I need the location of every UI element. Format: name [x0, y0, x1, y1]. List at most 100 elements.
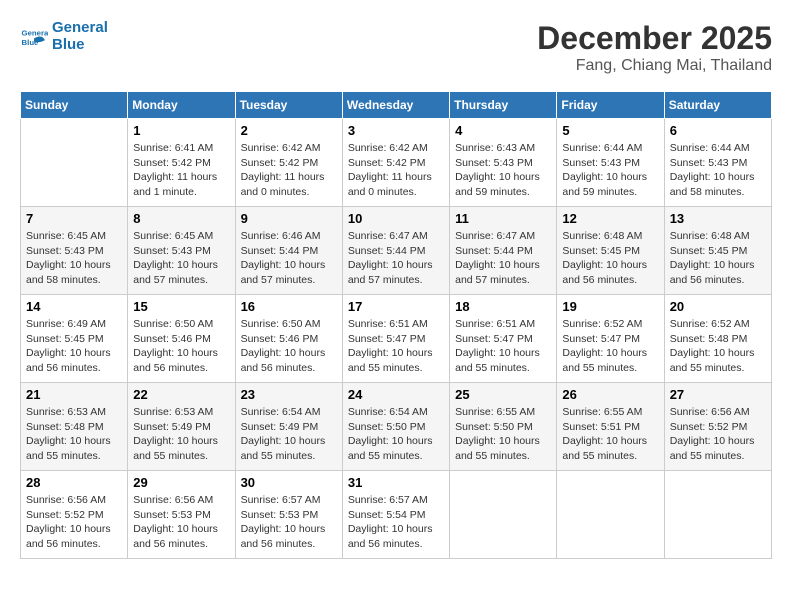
logo-icon: General Blue: [20, 23, 48, 51]
weekday-header-cell: Thursday: [450, 92, 557, 119]
weekday-header-cell: Monday: [128, 92, 235, 119]
calendar-day-cell: 22 Sunrise: 6:53 AMSunset: 5:49 PMDayligh…: [128, 383, 235, 471]
logo-text: General: [52, 20, 108, 37]
day-info: Sunrise: 6:43 AMSunset: 5:43 PMDaylight:…: [455, 141, 551, 200]
day-number: 26: [562, 387, 658, 402]
day-info: Sunrise: 6:52 AMSunset: 5:47 PMDaylight:…: [562, 317, 658, 376]
day-number: 5: [562, 123, 658, 138]
day-info: Sunrise: 6:46 AMSunset: 5:44 PMDaylight:…: [241, 229, 337, 288]
day-info: Sunrise: 6:44 AMSunset: 5:43 PMDaylight:…: [670, 141, 766, 200]
svg-text:Blue: Blue: [22, 37, 40, 46]
calendar-day-cell: [557, 471, 664, 559]
calendar-day-cell: 15 Sunrise: 6:50 AMSunset: 5:46 PMDayligh…: [128, 295, 235, 383]
day-info: Sunrise: 6:50 AMSunset: 5:46 PMDaylight:…: [133, 317, 229, 376]
day-number: 21: [26, 387, 122, 402]
day-number: 4: [455, 123, 551, 138]
day-info: Sunrise: 6:49 AMSunset: 5:45 PMDaylight:…: [26, 317, 122, 376]
day-info: Sunrise: 6:42 AMSunset: 5:42 PMDaylight:…: [348, 141, 444, 200]
day-number: 9: [241, 211, 337, 226]
day-number: 24: [348, 387, 444, 402]
day-number: 2: [241, 123, 337, 138]
calendar-day-cell: 25 Sunrise: 6:55 AMSunset: 5:50 PMDayligh…: [450, 383, 557, 471]
day-info: Sunrise: 6:44 AMSunset: 5:43 PMDaylight:…: [562, 141, 658, 200]
calendar-day-cell: [450, 471, 557, 559]
day-number: 30: [241, 475, 337, 490]
calendar-day-cell: [664, 471, 771, 559]
calendar-day-cell: 16Sunrise: 6:50 AMSunset: 5:46 PMDayligh…: [235, 295, 342, 383]
calendar-day-cell: 4 Sunrise: 6:43 AMSunset: 5:43 PMDaylight…: [450, 119, 557, 207]
day-number: 13: [670, 211, 766, 226]
day-number: 8: [133, 211, 229, 226]
day-info: Sunrise: 6:53 AMSunset: 5:48 PMDaylight:…: [26, 405, 122, 464]
weekday-header-row: SundayMondayTuesdayWednesdayThursdayFrid…: [21, 92, 772, 119]
day-info: Sunrise: 6:56 AMSunset: 5:53 PMDaylight:…: [133, 493, 229, 552]
calendar-day-cell: 20 Sunrise: 6:52 AMSunset: 5:48 PMDayligh…: [664, 295, 771, 383]
day-info: Sunrise: 6:42 AMSunset: 5:42 PMDaylight:…: [241, 141, 337, 200]
day-number: 31: [348, 475, 444, 490]
day-info: Sunrise: 6:48 AMSunset: 5:45 PMDaylight:…: [562, 229, 658, 288]
calendar-day-cell: 3 Sunrise: 6:42 AMSunset: 5:42 PMDaylight…: [342, 119, 449, 207]
calendar-day-cell: 9 Sunrise: 6:46 AMSunset: 5:44 PMDaylight…: [235, 207, 342, 295]
weekday-header-cell: Wednesday: [342, 92, 449, 119]
day-info: Sunrise: 6:47 AMSunset: 5:44 PMDaylight:…: [455, 229, 551, 288]
day-info: Sunrise: 6:56 AMSunset: 5:52 PMDaylight:…: [670, 405, 766, 464]
day-info: Sunrise: 6:41 AMSunset: 5:42 PMDaylight:…: [133, 141, 229, 200]
location-title: Fang, Chiang Mai, Thailand: [537, 57, 772, 75]
calendar-day-cell: 12 Sunrise: 6:48 AMSunset: 5:45 PMDayligh…: [557, 207, 664, 295]
day-number: 25: [455, 387, 551, 402]
day-number: 22: [133, 387, 229, 402]
weekday-header-cell: Sunday: [21, 92, 128, 119]
calendar-week-row: 14 Sunrise: 6:49 AMSunset: 5:45 PMDayligh…: [21, 295, 772, 383]
day-number: 15: [133, 299, 229, 314]
calendar-day-cell: 21 Sunrise: 6:53 AMSunset: 5:48 PMDayligh…: [21, 383, 128, 471]
calendar-day-cell: 30 Sunrise: 6:57 AMSunset: 5:53 PMDayligh…: [235, 471, 342, 559]
calendar-day-cell: 19 Sunrise: 6:52 AMSunset: 5:47 PMDayligh…: [557, 295, 664, 383]
calendar-day-cell: 7Sunrise: 6:45 AMSunset: 5:43 PMDaylight…: [21, 207, 128, 295]
calendar-day-cell: 2 Sunrise: 6:42 AMSunset: 5:42 PMDaylight…: [235, 119, 342, 207]
day-number: 27: [670, 387, 766, 402]
day-number: 19: [562, 299, 658, 314]
calendar-week-row: 7Sunrise: 6:45 AMSunset: 5:43 PMDaylight…: [21, 207, 772, 295]
calendar-day-cell: 17 Sunrise: 6:51 AMSunset: 5:47 PMDayligh…: [342, 295, 449, 383]
calendar-day-cell: 1 Sunrise: 6:41 AMSunset: 5:42 PMDaylight…: [128, 119, 235, 207]
calendar-day-cell: 29Sunrise: 6:56 AMSunset: 5:53 PMDayligh…: [128, 471, 235, 559]
calendar-day-cell: 8Sunrise: 6:45 AMSunset: 5:43 PMDaylight…: [128, 207, 235, 295]
calendar-day-cell: 27 Sunrise: 6:56 AMSunset: 5:52 PMDayligh…: [664, 383, 771, 471]
day-number: 3: [348, 123, 444, 138]
day-number: 12: [562, 211, 658, 226]
day-info: Sunrise: 6:56 AMSunset: 5:52 PMDaylight:…: [26, 493, 122, 552]
calendar-day-cell: 23 Sunrise: 6:54 AMSunset: 5:49 PMDayligh…: [235, 383, 342, 471]
calendar-day-cell: 10Sunrise: 6:47 AMSunset: 5:44 PMDayligh…: [342, 207, 449, 295]
day-number: 23: [241, 387, 337, 402]
calendar-day-cell: 31 Sunrise: 6:57 AMSunset: 5:54 PMDayligh…: [342, 471, 449, 559]
calendar-day-cell: 24Sunrise: 6:54 AMSunset: 5:50 PMDayligh…: [342, 383, 449, 471]
day-info: Sunrise: 6:52 AMSunset: 5:48 PMDaylight:…: [670, 317, 766, 376]
calendar-week-row: 1 Sunrise: 6:41 AMSunset: 5:42 PMDaylight…: [21, 119, 772, 207]
day-info: Sunrise: 6:54 AMSunset: 5:49 PMDaylight:…: [241, 405, 337, 464]
calendar-day-cell: 11 Sunrise: 6:47 AMSunset: 5:44 PMDayligh…: [450, 207, 557, 295]
day-info: Sunrise: 6:57 AMSunset: 5:54 PMDaylight:…: [348, 493, 444, 552]
day-info: Sunrise: 6:45 AMSunset: 5:43 PMDaylight:…: [26, 229, 122, 288]
calendar-body: 1 Sunrise: 6:41 AMSunset: 5:42 PMDaylight…: [21, 119, 772, 559]
logo: General Blue General Blue: [20, 20, 108, 53]
day-number: 20: [670, 299, 766, 314]
calendar-week-row: 21 Sunrise: 6:53 AMSunset: 5:48 PMDayligh…: [21, 383, 772, 471]
day-number: 11: [455, 211, 551, 226]
day-info: Sunrise: 6:57 AMSunset: 5:53 PMDaylight:…: [241, 493, 337, 552]
day-info: Sunrise: 6:51 AMSunset: 5:47 PMDaylight:…: [348, 317, 444, 376]
day-info: Sunrise: 6:47 AMSunset: 5:44 PMDaylight:…: [348, 229, 444, 288]
weekday-header-cell: Saturday: [664, 92, 771, 119]
calendar-table: SundayMondayTuesdayWednesdayThursdayFrid…: [20, 91, 772, 559]
day-info: Sunrise: 6:50 AMSunset: 5:46 PMDaylight:…: [241, 317, 337, 376]
weekday-header-cell: Tuesday: [235, 92, 342, 119]
day-number: 14: [26, 299, 122, 314]
day-info: Sunrise: 6:55 AMSunset: 5:50 PMDaylight:…: [455, 405, 551, 464]
day-number: 1: [133, 123, 229, 138]
day-number: 17: [348, 299, 444, 314]
day-info: Sunrise: 6:53 AMSunset: 5:49 PMDaylight:…: [133, 405, 229, 464]
svg-text:General: General: [22, 28, 48, 37]
day-number: 18: [455, 299, 551, 314]
title-block: December 2025 Fang, Chiang Mai, Thailand: [537, 20, 772, 75]
calendar-day-cell: 14 Sunrise: 6:49 AMSunset: 5:45 PMDayligh…: [21, 295, 128, 383]
logo-text2: Blue: [52, 37, 108, 54]
